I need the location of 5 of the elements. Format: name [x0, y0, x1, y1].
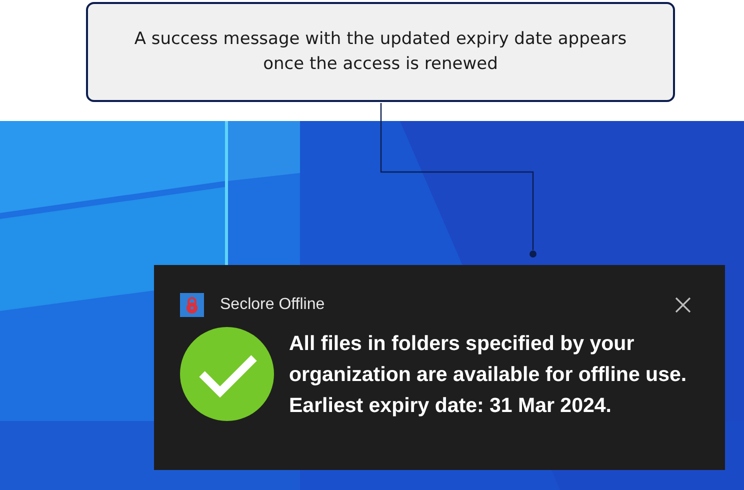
notification-message: All files in folders specified by your organization are available for offline use. Earliest expiry date: 31 Mar 2024.: [289, 330, 688, 418]
app-name: Seclore Offline: [220, 295, 325, 315]
check-icon: [180, 327, 274, 421]
lock-icon: [180, 293, 204, 317]
callout-box: A success message with the updated expiry date appears once the access is renewed: [86, 2, 675, 102]
